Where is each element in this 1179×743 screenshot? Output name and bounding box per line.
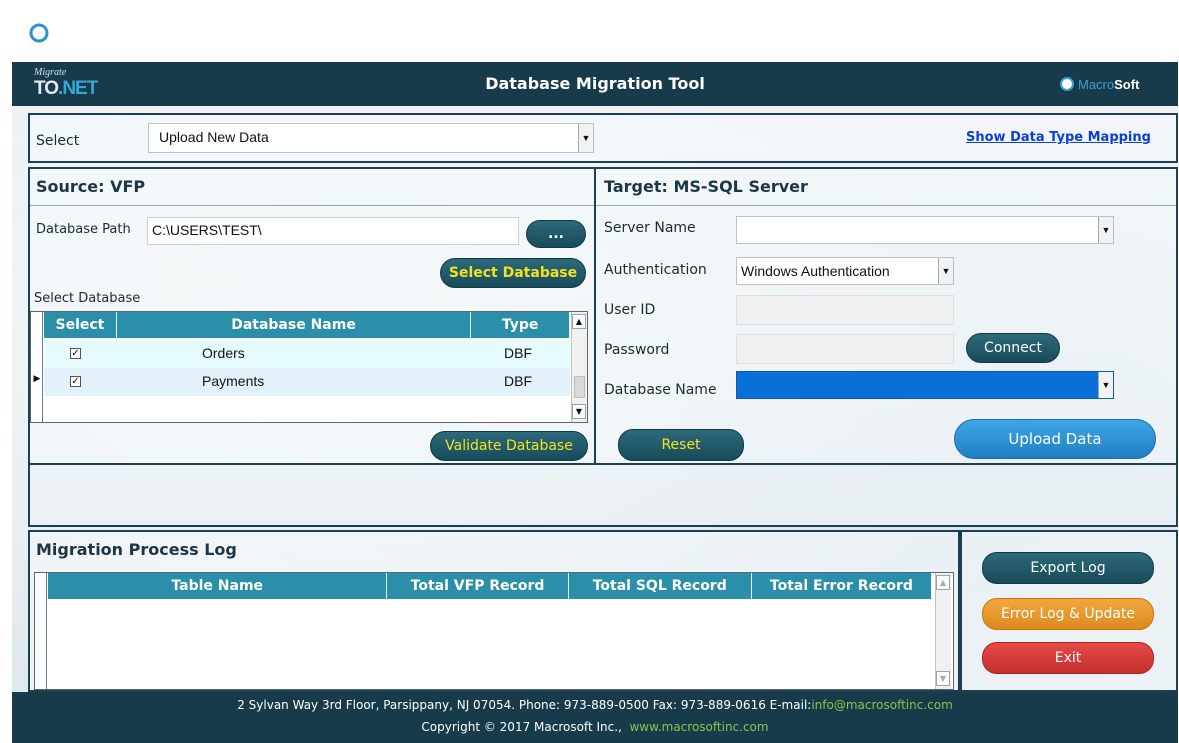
migration-log-grid-header: Table Name Total VFP Record Total SQL Re…	[48, 573, 933, 599]
select-database-button[interactable]: Select Database	[440, 258, 586, 288]
browse-button[interactable]: ...	[526, 220, 586, 248]
source-panel-title: Source: VFP	[36, 177, 146, 196]
database-grid: Select Database Name Type ✓ Orders DBF ▶…	[30, 311, 588, 423]
source-panel: Source: VFP Database Path C:\USERS\TEST\…	[28, 167, 596, 465]
chevron-down-icon[interactable]: ▼	[1098, 217, 1113, 243]
database-name-label: Database Name	[604, 382, 717, 398]
grid-row-selector-column	[31, 312, 43, 422]
scroll-down-icon[interactable]: ▼	[936, 671, 950, 686]
log-actions-panel: Export Log Error Log & Update Exit	[960, 530, 1178, 692]
footer: 2 Sylvan Way 3rd Floor, Parsippany, NJ 0…	[12, 692, 1178, 743]
migration-log-panel: Migration Process Log Table Name Total V…	[28, 530, 960, 692]
row-database-type: DBF	[504, 373, 532, 389]
macrosoft-logo-icon	[1060, 77, 1074, 91]
target-panel-title: Target: MS-SQL Server	[604, 177, 808, 196]
database-grid-scrollbar[interactable]: ▲ ▼	[571, 312, 587, 422]
scroll-up-icon[interactable]: ▲	[936, 575, 950, 590]
export-log-button[interactable]: Export Log	[982, 552, 1154, 584]
database-path-input[interactable]: C:\USERS\TEST\	[147, 217, 519, 245]
table-row[interactable]: ✓ Orders DBF	[44, 340, 570, 368]
source-title-divider	[30, 205, 594, 206]
scroll-thumb[interactable]	[574, 376, 585, 398]
target-title-divider	[596, 205, 1176, 206]
mode-select-label: Select	[36, 133, 80, 149]
column-header-total-sql-record[interactable]: Total SQL Record	[569, 573, 752, 599]
application-window: Migrate TO.NET Database Migration Tool M…	[12, 62, 1178, 743]
chevron-down-icon[interactable]: ▼	[578, 124, 593, 152]
show-data-type-mapping-link[interactable]: Show Data Type Mapping	[966, 130, 1151, 145]
column-header-total-vfp-record[interactable]: Total VFP Record	[387, 573, 569, 599]
current-row-pointer-icon: ▶	[33, 374, 41, 384]
mode-select-panel: Select Upload New Data ▼ Show Data Type …	[28, 113, 1178, 163]
target-panel: Target: MS-SQL Server Server Name ▼ Auth…	[594, 167, 1178, 465]
authentication-dropdown[interactable]: Windows Authentication ▼	[736, 257, 954, 285]
row-checkbox[interactable]: ✓	[70, 376, 81, 387]
user-id-input[interactable]	[736, 295, 954, 325]
migration-log-grid: Table Name Total VFP Record Total SQL Re…	[34, 572, 954, 690]
reset-button[interactable]: Reset	[618, 429, 744, 461]
validate-database-button[interactable]: Validate Database	[430, 431, 588, 461]
password-label: Password	[604, 342, 670, 358]
user-id-label: User ID	[604, 302, 656, 318]
connect-button[interactable]: Connect	[966, 333, 1060, 363]
column-header-select[interactable]: Select	[44, 312, 117, 338]
progress-area	[28, 463, 1178, 527]
app-header: Migrate TO.NET Database Migration Tool M…	[12, 62, 1178, 106]
footer-website-link[interactable]: www.macrosoftinc.com	[629, 720, 768, 734]
chevron-down-icon[interactable]: ▼	[938, 258, 953, 284]
footer-address: 2 Sylvan Way 3rd Floor, Parsippany, NJ 0…	[237, 698, 953, 712]
database-grid-header: Select Database Name Type	[44, 312, 570, 338]
database-path-label: Database Path	[36, 222, 131, 237]
upload-data-button[interactable]: Upload Data	[954, 419, 1156, 459]
column-header-type[interactable]: Type	[471, 312, 570, 338]
footer-email-link[interactable]: info@macrosoftinc.com	[811, 698, 952, 712]
column-header-total-error-record[interactable]: Total Error Record	[752, 573, 933, 599]
select-database-label: Select Database	[34, 291, 141, 306]
mode-select-dropdown[interactable]: Upload New Data ▼	[148, 123, 594, 153]
migration-log-title: Migration Process Log	[36, 540, 237, 559]
chevron-down-icon[interactable]: ▼	[1098, 372, 1113, 398]
app-logo-icon	[28, 22, 50, 44]
window-titlebar	[0, 0, 1179, 62]
migration-log-scrollbar[interactable]: ▲ ▼	[935, 573, 951, 689]
column-header-database-name[interactable]: Database Name	[117, 312, 472, 338]
table-row[interactable]: ✓ Payments DBF	[44, 368, 570, 396]
macrosoft-logo: Macro Soft	[1060, 75, 1139, 93]
password-input[interactable]	[736, 334, 954, 364]
grid-row-selector-column	[35, 573, 47, 689]
column-header-table-name[interactable]: Table Name	[48, 573, 388, 599]
exit-button[interactable]: Exit	[982, 642, 1154, 674]
row-database-name: Orders	[202, 345, 245, 361]
authentication-label: Authentication	[604, 262, 707, 278]
row-database-type: DBF	[504, 345, 532, 361]
server-name-label: Server Name	[604, 220, 696, 236]
server-name-dropdown[interactable]: ▼	[736, 216, 1114, 244]
app-title: Database Migration Tool	[485, 74, 705, 93]
scroll-down-icon[interactable]: ▼	[572, 404, 586, 419]
footer-copyright: Copyright © 2017 Macrosoft Inc., www.mac…	[421, 720, 769, 734]
scroll-up-icon[interactable]: ▲	[572, 314, 586, 329]
error-log-update-button[interactable]: Error Log & Update	[982, 598, 1154, 630]
database-name-dropdown[interactable]: ▼	[736, 371, 1114, 399]
row-checkbox[interactable]: ✓	[70, 348, 81, 359]
row-database-name: Payments	[202, 373, 265, 389]
